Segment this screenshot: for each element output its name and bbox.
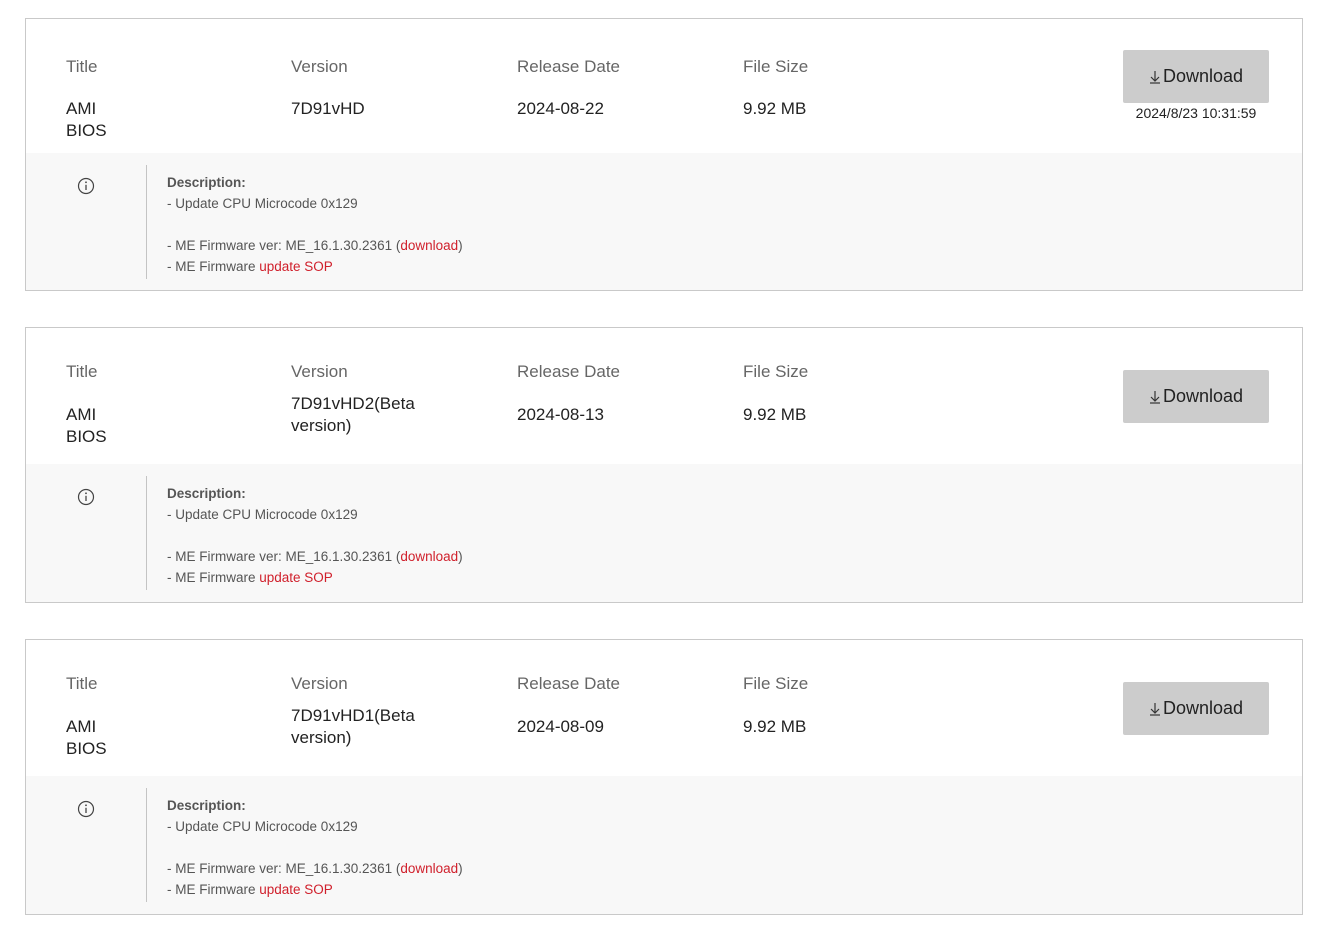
description-line: - ME Firmware update SOP xyxy=(167,256,463,277)
download-button-label: Download xyxy=(1162,698,1244,718)
title-value: AMI BIOS xyxy=(66,717,107,758)
version-column: Version 7D91vHD1(Beta version) xyxy=(291,673,441,747)
download-button-label: Download xyxy=(1162,66,1244,86)
description-text-fragment: ) xyxy=(458,861,463,876)
version-label: Version xyxy=(291,674,348,693)
description-heading: Description: xyxy=(167,175,246,190)
description-line: - ME Firmware ver: ME_16.1.30.2361 (down… xyxy=(167,546,463,567)
description-divider xyxy=(146,788,147,902)
version-value: 7D91vHD1(Beta version) xyxy=(291,706,415,747)
release-date-label: Release Date xyxy=(517,362,621,381)
release-date-value: 2024-08-13 xyxy=(517,405,604,424)
file-size-column: File Size 9.92 MB xyxy=(743,56,809,118)
description-line: - Update CPU Microcode 0x129 xyxy=(167,196,358,211)
description-text-fragment: - ME Firmware xyxy=(167,882,260,897)
update-sop-link[interactable]: update SOP xyxy=(259,882,333,897)
bios-card: Title AMI BIOS Version 7D91vHD1(Beta ver… xyxy=(25,639,1303,915)
description-text-fragment: - ME Firmware xyxy=(167,259,260,274)
bios-description-panel: Description: - Update CPU Microcode 0x12… xyxy=(26,153,1302,290)
bios-description-panel: Description: - Update CPU Microcode 0x12… xyxy=(26,464,1302,602)
download-button-label: Download xyxy=(1162,386,1244,406)
update-sop-link[interactable]: update SOP xyxy=(259,570,333,585)
download-button[interactable]: Download xyxy=(1123,50,1269,103)
description-text-fragment: - ME Firmware xyxy=(167,570,260,585)
info-icon xyxy=(77,488,95,506)
release-date-column: Release Date 2024-08-09 xyxy=(517,673,621,736)
version-column: Version 7D91vHD xyxy=(291,56,441,118)
description-line: - ME Firmware ver: ME_16.1.30.2361 (down… xyxy=(167,235,463,256)
description-text-fragment: - ME Firmware ver: ME_16.1.30.2361 ( xyxy=(167,549,401,564)
description-text: Description: - Update CPU Microcode 0x12… xyxy=(167,172,463,277)
file-size-value: 9.92 MB xyxy=(743,405,807,424)
release-date-value: 2024-08-09 xyxy=(517,717,604,736)
version-label: Version xyxy=(291,362,348,381)
bios-card-header: Title AMI BIOS Version 7D91vHD Release D… xyxy=(26,19,1302,153)
description-line: - ME Firmware update SOP xyxy=(167,879,463,900)
bios-card: Title AMI BIOS Version 7D91vHD Release D… xyxy=(25,18,1303,291)
bios-card: Title AMI BIOS Version 7D91vHD2(Beta ver… xyxy=(25,327,1303,603)
me-firmware-download-link[interactable]: download xyxy=(400,238,458,253)
file-size-column: File Size 9.92 MB xyxy=(743,361,809,424)
download-arrow-icon xyxy=(1149,70,1160,84)
release-date-column: Release Date 2024-08-13 xyxy=(517,361,621,424)
title-value: AMI BIOS xyxy=(66,405,107,446)
description-text-fragment: ) xyxy=(458,238,463,253)
bios-card-header: Title AMI BIOS Version 7D91vHD1(Beta ver… xyxy=(26,640,1302,776)
description-line: - Update CPU Microcode 0x129 xyxy=(167,819,358,834)
description-text: Description: - Update CPU Microcode 0x12… xyxy=(167,795,463,900)
me-firmware-download-link[interactable]: download xyxy=(400,861,458,876)
title-column: Title AMI BIOS xyxy=(66,361,107,446)
info-icon xyxy=(77,177,95,195)
download-button[interactable]: Download xyxy=(1123,370,1269,423)
description-line: - ME Firmware ver: ME_16.1.30.2361 (down… xyxy=(167,858,463,879)
title-column: Title AMI BIOS xyxy=(66,56,107,140)
description-text-fragment: - ME Firmware ver: ME_16.1.30.2361 ( xyxy=(167,238,401,253)
update-sop-link[interactable]: update SOP xyxy=(259,259,333,274)
info-icon xyxy=(77,800,95,818)
file-size-label: File Size xyxy=(743,362,809,381)
release-date-value: 2024-08-22 xyxy=(517,99,604,118)
file-size-value: 9.92 MB xyxy=(743,99,807,118)
release-date-label: Release Date xyxy=(517,674,621,693)
file-size-label: File Size xyxy=(743,57,809,76)
description-text: Description: - Update CPU Microcode 0x12… xyxy=(167,483,463,588)
description-heading: Description: xyxy=(167,486,246,501)
title-value: AMI BIOS xyxy=(66,99,107,140)
version-value: 7D91vHD2(Beta version) xyxy=(291,394,415,435)
title-label: Title xyxy=(66,674,98,693)
title-label: Title xyxy=(66,57,98,76)
version-column: Version 7D91vHD2(Beta version) xyxy=(291,361,441,435)
file-size-value: 9.92 MB xyxy=(743,717,807,736)
version-value: 7D91vHD xyxy=(291,99,365,118)
title-label: Title xyxy=(66,362,98,381)
file-size-column: File Size 9.92 MB xyxy=(743,673,809,736)
release-date-label: Release Date xyxy=(517,57,621,76)
release-date-column: Release Date 2024-08-22 xyxy=(517,56,621,118)
download-button[interactable]: Download xyxy=(1123,682,1269,735)
download-timestamp: 2024/8/23 10:31:59 xyxy=(1135,105,1257,121)
me-firmware-download-link[interactable]: download xyxy=(400,549,458,564)
description-heading: Description: xyxy=(167,798,246,813)
title-column: Title AMI BIOS xyxy=(66,673,107,758)
description-text-fragment: - ME Firmware ver: ME_16.1.30.2361 ( xyxy=(167,861,401,876)
file-size-label: File Size xyxy=(743,674,809,693)
download-arrow-icon xyxy=(1149,702,1160,716)
description-divider xyxy=(146,165,147,279)
description-line: - ME Firmware update SOP xyxy=(167,567,463,588)
description-line: - Update CPU Microcode 0x129 xyxy=(167,507,358,522)
version-label: Version xyxy=(291,57,348,76)
download-arrow-icon xyxy=(1149,390,1160,404)
description-text-fragment: ) xyxy=(458,549,463,564)
description-divider xyxy=(146,476,147,590)
bios-description-panel: Description: - Update CPU Microcode 0x12… xyxy=(26,776,1302,914)
bios-card-header: Title AMI BIOS Version 7D91vHD2(Beta ver… xyxy=(26,328,1302,464)
